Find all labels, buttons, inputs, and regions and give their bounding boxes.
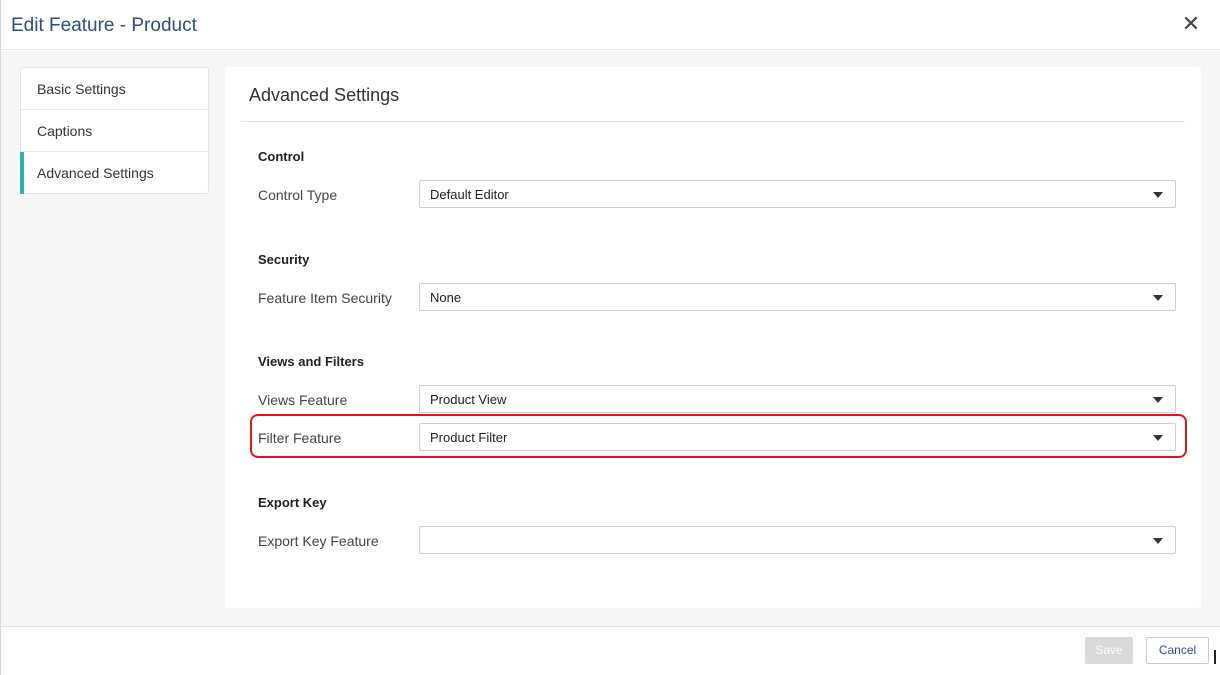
control-type-value: Default Editor: [430, 187, 509, 202]
dialog-header: Edit Feature - Product ✕: [1, 0, 1220, 50]
section-title-views-filters: Views and Filters: [258, 354, 364, 369]
filter-feature-highlight: [250, 414, 1187, 458]
save-button[interactable]: Save: [1085, 637, 1133, 664]
control-type-select[interactable]: Default Editor: [419, 180, 1176, 208]
dialog-title: Edit Feature - Product: [11, 15, 197, 36]
export-key-feature-label: Export Key Feature: [258, 533, 379, 549]
nav-item-advanced-settings[interactable]: Advanced Settings: [20, 152, 208, 194]
dialog-footer: Save Cancel: [1, 626, 1220, 675]
section-title-export-key: Export Key: [258, 495, 327, 510]
edit-feature-dialog: Edit Feature - Product ✕ Basic Settings …: [0, 0, 1220, 675]
dialog-body: Basic Settings Captions Advanced Setting…: [1, 51, 1220, 626]
feature-item-security-select[interactable]: None: [419, 283, 1176, 311]
cancel-button[interactable]: Cancel: [1146, 637, 1209, 664]
chevron-down-icon: [1153, 538, 1163, 544]
export-key-feature-select[interactable]: [419, 526, 1176, 554]
feature-item-security-value: None: [430, 290, 462, 305]
views-feature-label: Views Feature: [258, 392, 348, 408]
settings-nav: Basic Settings Captions Advanced Setting…: [20, 67, 209, 194]
nav-item-captions[interactable]: Captions: [21, 110, 208, 152]
chevron-down-icon: [1153, 397, 1163, 403]
panel-divider: [241, 121, 1185, 122]
text-cursor-icon: [1214, 650, 1216, 664]
advanced-settings-panel: Advanced Settings Control Control Type D…: [225, 67, 1201, 608]
views-feature-select[interactable]: Product View: [419, 385, 1176, 413]
section-title-control: Control: [258, 149, 305, 164]
chevron-down-icon: [1153, 192, 1163, 198]
views-feature-value: Product View: [430, 392, 507, 407]
chevron-down-icon: [1153, 295, 1163, 301]
nav-item-basic-settings[interactable]: Basic Settings: [21, 68, 208, 110]
close-icon[interactable]: ✕: [1179, 12, 1203, 36]
panel-title: Advanced Settings: [249, 85, 400, 105]
control-type-label: Control Type: [258, 187, 338, 203]
feature-item-security-label: Feature Item Security: [258, 290, 392, 306]
section-title-security: Security: [258, 252, 310, 267]
